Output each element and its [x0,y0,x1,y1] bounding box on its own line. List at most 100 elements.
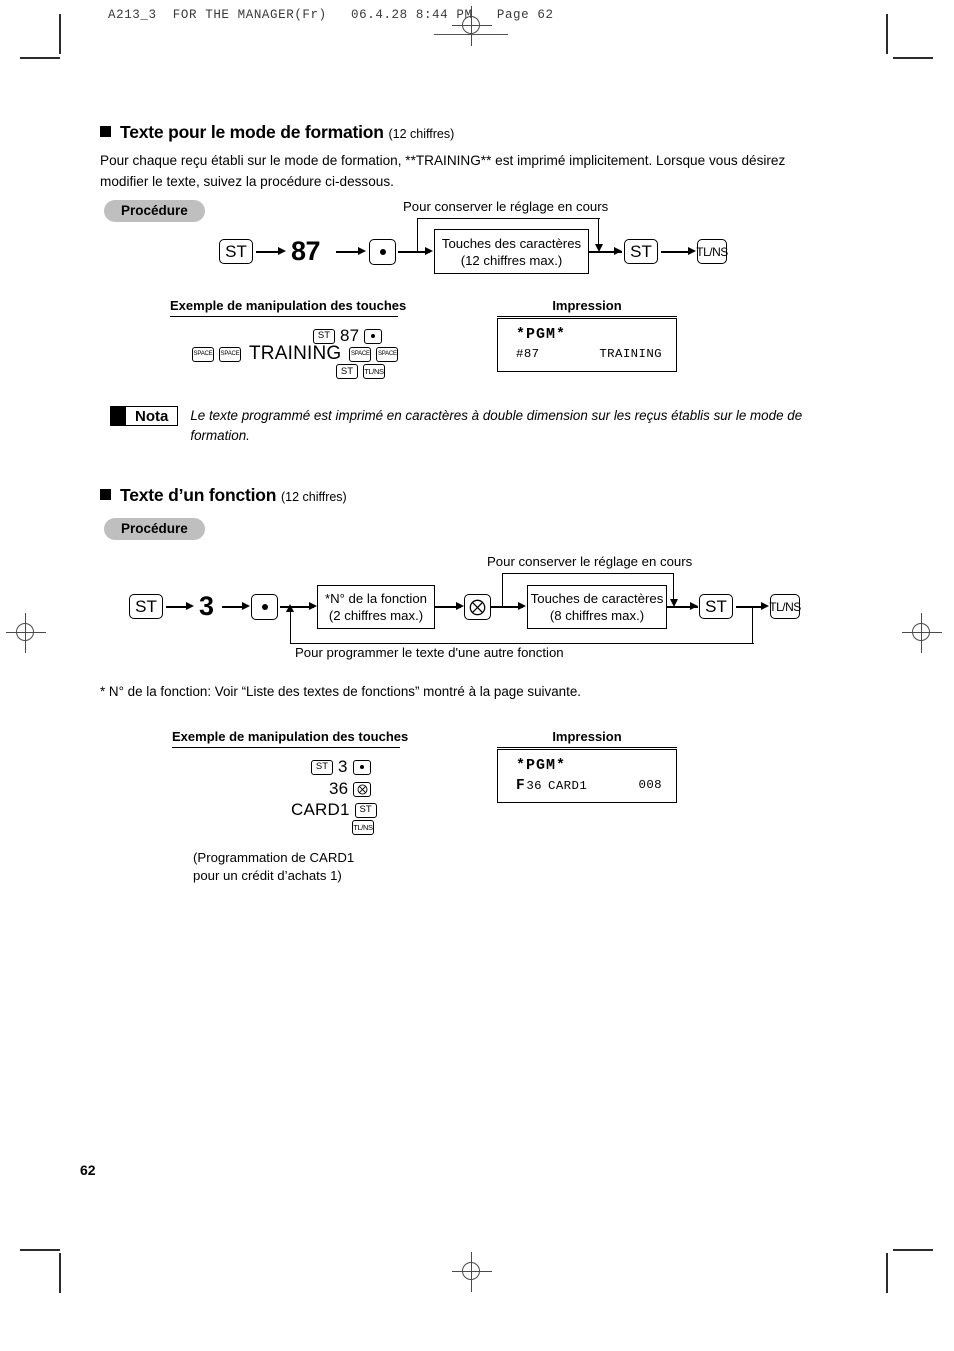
section1-example-heading-text: Exemple de manipulation des touches [170,298,407,313]
section2-example-heading: Exemple de manipulation des touches [172,729,408,748]
flow2-arrow-1 [186,602,194,610]
section2-example-row2: 36 [329,779,372,799]
crop-mark-bottom-right-h [893,1249,933,1251]
section2-receipt: *PGM* F 36 CARD1 008 [497,749,677,803]
crop-mark-top-left-h [20,57,60,59]
flow2-key-st2[interactable]: ST [699,594,733,619]
key-st-4[interactable]: ST [354,802,377,818]
flow2-loop-top [502,573,674,575]
section2-heading-qty: (12 chiffres) [280,490,347,504]
bullet-square-icon [100,126,111,137]
dot-key-icon-2[interactable] [352,759,371,775]
flow2-arrow-2 [242,602,250,610]
receipt2-code: 36 [526,779,542,793]
flow1-box-line1: Touches des caractères [441,235,582,251]
flow1-loop-left-v [417,218,419,251]
flow1-arrow-4 [614,247,622,255]
flow1-box-characters: Touches des caractères (12 chiffres max.… [434,229,589,274]
crop-mark-bottom-left-h [20,1249,60,1251]
section1-example-rule [170,315,398,317]
example1-text: TRAINING [249,343,342,364]
flow2-box-characters: Touches de caractères (8 chiffres max.) [527,585,667,629]
flow2-key-dot[interactable] [251,594,278,620]
receipt2-row: F 36 CARD1 008 [516,778,662,794]
key-space-2[interactable]: SPACE [219,346,241,362]
flow1-loop-label: Pour conserver le réglage en cours [403,199,609,214]
flow1-line-1 [256,251,280,253]
example2-number-2: 36 [329,779,349,798]
flow2-box-function-no: *N° de la fonction (2 chiffres max.) [317,585,435,629]
flow1-key-st2[interactable]: ST [624,239,658,264]
running-head: A213_3 FOR THE MANAGER(Fr) 06.4.28 8:44 … [108,8,554,22]
flow2-key-tlns[interactable]: TL/NS [769,594,801,619]
key-space-4[interactable]: SPACE [376,346,399,362]
flow2-arrow-3 [309,602,317,610]
section2-heading: Texte d’un fonction (12 chiffres) [100,485,347,506]
nota-block: Nota Le texte programmé est imprimé en c… [110,406,810,446]
section2-footnote: * N° de la fonction: Voir “Liste des tex… [100,684,581,699]
flow2-line-7 [736,606,764,608]
key-tlns-2[interactable]: TL/NS [352,820,374,835]
example2-number-1: 3 [338,757,348,776]
multiply-key-icon[interactable] [353,781,372,797]
key-st-3[interactable]: ST [311,759,333,775]
flow2-box2-line2: (8 chiffres max.) [549,608,645,623]
flow2-bottom-loop-v-left [290,612,292,644]
receipt2-pgm: *PGM* [516,757,567,774]
flow2-box2-line1: Touches de caractères [530,591,664,606]
section2-example-rule [172,746,400,748]
section1-heading-qty: (12 chiffres) [388,127,455,141]
flow2-box1-line1: *N° de la fonction [324,591,428,606]
flow2-arrow-5 [518,602,526,610]
section1-example-row2: SPACE SPACE TRAINING SPACE SPACE [192,343,399,365]
registration-mark-right [902,613,942,653]
flow1-line-5 [661,251,691,253]
nota-label: Nota [126,406,179,426]
flow2-key-st[interactable]: ST [129,594,163,619]
flow1-key-tlns[interactable]: TL/NS [696,239,728,264]
key-space-1[interactable]: SPACE [192,346,214,362]
running-head-rule [434,34,508,35]
flow2-loop-right-v [673,573,675,600]
flow2-line-2 [222,606,244,608]
flow1-loop-right-v [598,218,600,245]
crop-mark-bottom-left-v [59,1253,61,1293]
flow1-number: 87 [291,236,321,266]
section2-example-row4: TL/NS [352,820,374,835]
receipt2-text: CARD1 [547,779,588,793]
section1-example-row3: ST TL/NS [336,364,385,379]
flow2-loop-left-v [502,573,504,606]
section1-procedure-badge: Procédure [104,200,205,222]
dot-key-icon[interactable] [364,328,383,344]
registration-mark-bottom [452,1252,492,1292]
key-tlns[interactable]: TL/NS [363,364,385,379]
section2-example-note-line2: pour un crédit d’achats 1) [193,868,342,883]
section1-example-heading: Exemple de manipulation des touches [170,298,406,317]
flow2-arrow-4 [456,602,464,610]
receipt2-right: 008 [638,778,662,792]
nota-text: Le texte programmé est imprimé en caract… [190,408,803,443]
key-space-3[interactable]: SPACE [349,346,372,362]
section2-example-heading-text: Exemple de manipulation des touches [172,729,409,744]
flow1-arrow-1 [278,247,286,255]
flow1-line-2 [336,251,360,253]
flow2-arrow-7 [761,602,769,610]
section1-impression-rule [497,315,677,317]
flow1-key-dot[interactable] [369,239,396,265]
section2-impression-rule [497,746,677,748]
flow2-loop-label: Pour conserver le réglage en cours [487,554,693,569]
receipt1-row: #87 TRAINING [516,347,662,361]
section2-example-row1: ST 3 [311,757,371,777]
receipt1-pgm: *PGM* [516,326,567,343]
receipt2-f: F [516,778,526,794]
flow2-number: 3 [199,591,214,621]
flow2-key-multiply[interactable] [464,594,491,620]
section1-impression-heading-text: Impression [552,298,622,313]
flow1-key-st[interactable]: ST [219,239,253,264]
key-st[interactable]: ST [313,328,335,344]
flow1-box-line2: (12 chiffres max.) [460,252,563,268]
flow2-arrow-6 [690,602,698,610]
section2-impression-heading-text: Impression [552,729,622,744]
key-st-2[interactable]: ST [336,364,358,379]
flow1-arrow-5 [688,247,696,255]
